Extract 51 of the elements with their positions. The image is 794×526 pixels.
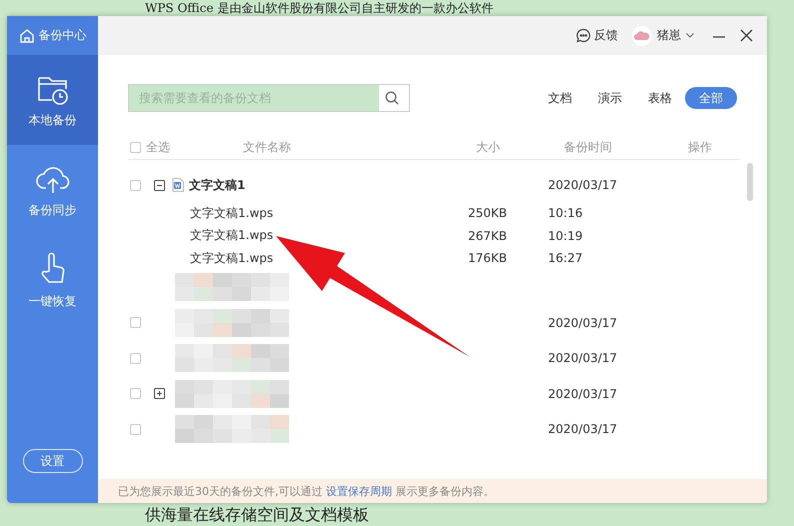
file-size: 250KB [468, 206, 508, 220]
sidebar-item[interactable]: 备份同步 [7, 145, 98, 235]
file-size: 176KB [468, 251, 508, 266]
chevron-down-icon [686, 33, 694, 38]
column-header: 备份时间 [564, 140, 612, 154]
close-icon[interactable] [740, 29, 753, 42]
user-menu[interactable]: 猪崽 [632, 26, 694, 46]
app-title: 备份中心 [38, 27, 86, 44]
expand-icon[interactable] [154, 388, 165, 400]
sidebar-item[interactable]: 本地备份 [7, 55, 98, 145]
footer-text: 已为您展示最近30天的备份文件,可以通过 设置保存周期 展示更多备份内容。 [118, 484, 494, 498]
backup-date: 2020/03/17 [548, 422, 618, 436]
select-all-label: 全选 [146, 138, 170, 156]
backup-time: 16:27 [548, 251, 583, 266]
search-icon[interactable] [385, 91, 399, 105]
sidebar-item[interactable]: 一键恢复 [7, 235, 98, 325]
file-name: 文字文稿1.wps [190, 250, 274, 267]
filter-tab[interactable]: 文档 [535, 87, 585, 109]
retention-link[interactable]: 设置保存周期 [326, 484, 392, 498]
checkbox[interactable] [130, 142, 141, 152]
column-header: 文件名称 [243, 138, 291, 156]
scrollbar-thumb[interactable] [747, 163, 753, 201]
file-name: 文字文稿1.wps [190, 227, 274, 244]
backup-time: 10:19 [548, 228, 583, 243]
backup-date: 2020/03/17 [548, 351, 618, 366]
settings-button[interactable]: 设置 [22, 449, 82, 473]
checkbox[interactable] [130, 388, 141, 400]
backup-time: 10:16 [548, 206, 583, 220]
column-header: 操作 [688, 140, 712, 154]
checkbox[interactable] [130, 424, 141, 435]
checkbox[interactable] [130, 352, 141, 364]
filter-tab[interactable]: 全部 [685, 87, 737, 109]
home-icon [18, 28, 34, 44]
file-name: 文字文稿1.wps [190, 204, 274, 222]
column-header: 大小 [476, 140, 500, 154]
collapse-icon[interactable] [154, 180, 165, 190]
document-text: WPS Office 是由金山软件股份有限公司自主研发的一款办公软件 [145, 0, 494, 17]
file-size: 267KB [468, 228, 508, 243]
chat-bubble-icon [576, 28, 591, 43]
group-name: 文字文稿1 [189, 176, 246, 194]
backup-date: 2020/03/17 [548, 386, 618, 401]
backup-date: 2020/03/17 [548, 178, 618, 192]
document-icon [172, 178, 184, 192]
filter-tab[interactable]: 表格 [635, 87, 685, 109]
backup-date: 2020/03/17 [548, 316, 618, 330]
checkbox[interactable] [130, 317, 141, 328]
checkbox[interactable] [130, 180, 141, 190]
avatar [632, 26, 652, 46]
feedback-button[interactable]: 反馈 [576, 27, 618, 44]
document-text: 供海量在线存储空间及文档模板 [145, 505, 369, 526]
filter-tab[interactable]: 演示 [585, 87, 635, 109]
